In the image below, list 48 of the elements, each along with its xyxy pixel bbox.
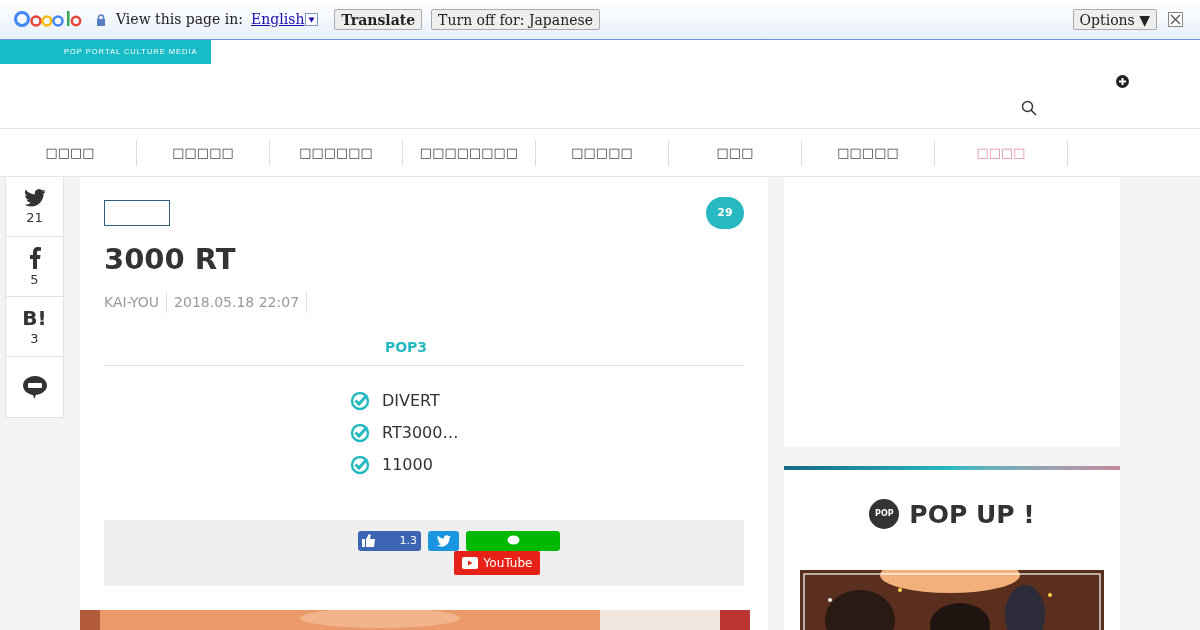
author-name: KAI-YOU [104,291,168,313]
publish-date: 2018.05.18 22:07 [167,291,308,313]
f-letter-icon [28,247,41,269]
play-icon [461,556,478,569]
category-tag[interactable] [104,200,170,226]
nav-link[interactable]: □□□□□ [536,139,669,166]
search-icon[interactable] [1021,100,1037,116]
bird-icon [436,534,451,547]
summary-point: 11000 [382,453,433,476]
like-button[interactable]: 1.3 [358,530,421,551]
pop-starburst-badge: POP [869,499,900,530]
nav-link[interactable]: □□□□□ [802,139,935,166]
section-title: POP UP ! [909,498,1035,531]
share-count: 21 [26,211,43,224]
check-circle-icon [350,454,370,475]
translate-button[interactable]: Translate [334,9,423,30]
nav-link[interactable]: □□□ [669,139,802,166]
article-title: 3000 RT [104,240,237,277]
close-icon[interactable] [1168,12,1183,27]
speech-bubble-icon [21,374,48,400]
share-count: 5 [30,273,39,286]
nav-link[interactable]: □□□□□□□□ [403,139,536,166]
prompt-text: View this page in: [116,10,244,29]
summary-heading: POP3 [384,337,428,357]
nav-link[interactable]: □□□□□ [137,139,270,166]
thumbs-up-icon [362,534,376,548]
tweet-button[interactable] [428,530,459,551]
speech-bubble-icon [506,535,520,547]
lock-icon [96,13,106,26]
youtube-button[interactable]: YouTube [454,550,540,575]
check-circle-icon [350,390,370,411]
nav-link[interactable]: □□□□ [4,139,137,166]
summary-point: DIVERT [382,389,440,412]
language-link[interactable]: English [251,9,305,30]
check-circle-icon [350,422,370,443]
share-tile[interactable]: B! 3 [6,297,63,357]
like-count: 1.3 [399,532,417,549]
turn-off-button[interactable]: Turn off for: Japanese [431,9,600,30]
bird-icon [23,189,46,207]
share-tile[interactable]: 21 [6,177,63,237]
line-share-button[interactable] [466,530,560,551]
summary-point: RT3000… [382,421,459,444]
options-button[interactable]: Options ▼ [1072,9,1157,30]
nav-link[interactable]: □□□□□□ [270,139,403,166]
share-tile[interactable]: 5 [6,237,63,297]
share-count: 3 [30,332,39,345]
plus-circle-icon[interactable] [1116,75,1129,88]
hatena-mark: B! [22,308,47,328]
